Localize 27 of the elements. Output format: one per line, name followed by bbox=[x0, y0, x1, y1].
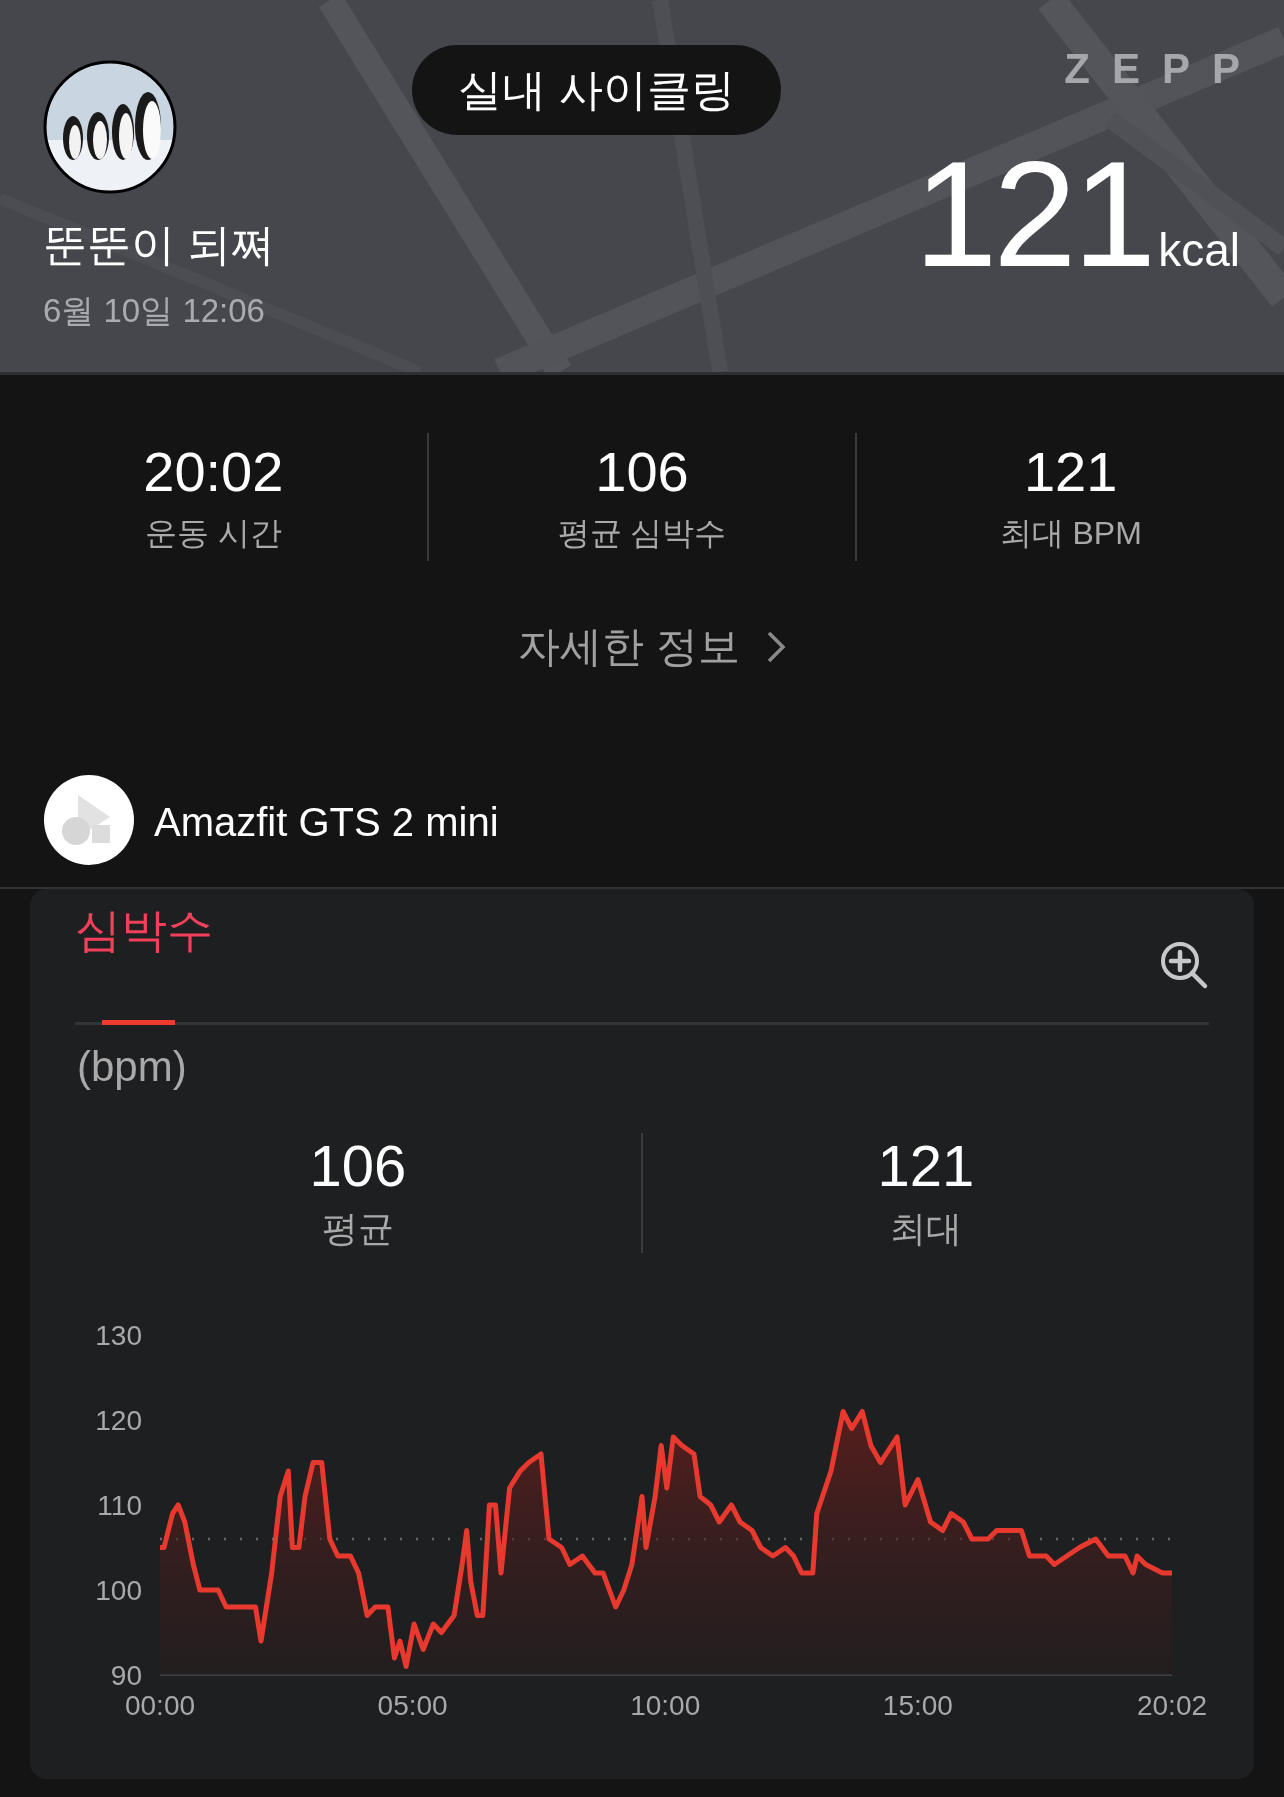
stat-value: 121 bbox=[1023, 438, 1118, 504]
stat-label: 최대 BPM bbox=[999, 513, 1142, 553]
chart-tab[interactable]: 심박수 bbox=[75, 878, 213, 1025]
details-link[interactable]: 자세한 정보 bbox=[20, 619, 1284, 675]
zoom-in-icon[interactable] bbox=[1159, 940, 1209, 990]
stat-label: 평균 심박수 bbox=[557, 513, 727, 553]
stat-label: 최대 bbox=[890, 1207, 962, 1251]
stat-value: 106 bbox=[595, 438, 689, 504]
y-tick-label: 130 bbox=[95, 1319, 142, 1351]
unit-label: (bpm) bbox=[77, 1043, 188, 1091]
x-tick-label: 15:00 bbox=[882, 1690, 953, 1721]
x-tick-label: 05:00 bbox=[377, 1690, 448, 1721]
y-tick-label: 120 bbox=[95, 1404, 142, 1436]
x-tick-label: 10:00 bbox=[630, 1690, 701, 1721]
stat-label: 평균 bbox=[322, 1207, 394, 1251]
stat-value: 20:02 bbox=[143, 438, 284, 504]
stat-value: 106 bbox=[309, 1132, 407, 1199]
y-tick-label: 110 bbox=[97, 1489, 142, 1521]
y-tick-label: 90 bbox=[110, 1659, 142, 1691]
stat-label: 운동 시간 bbox=[144, 513, 282, 553]
chevron-right-icon bbox=[765, 630, 786, 664]
y-tick-label: 100 bbox=[95, 1574, 142, 1606]
stat-value: 121 bbox=[877, 1132, 975, 1199]
x-tick-label: 20:02 bbox=[1136, 1690, 1208, 1721]
x-tick-label: 00:00 bbox=[124, 1690, 196, 1721]
app-icon bbox=[44, 775, 134, 865]
device-name: Amazfit GTS 2 mini bbox=[154, 799, 499, 845]
